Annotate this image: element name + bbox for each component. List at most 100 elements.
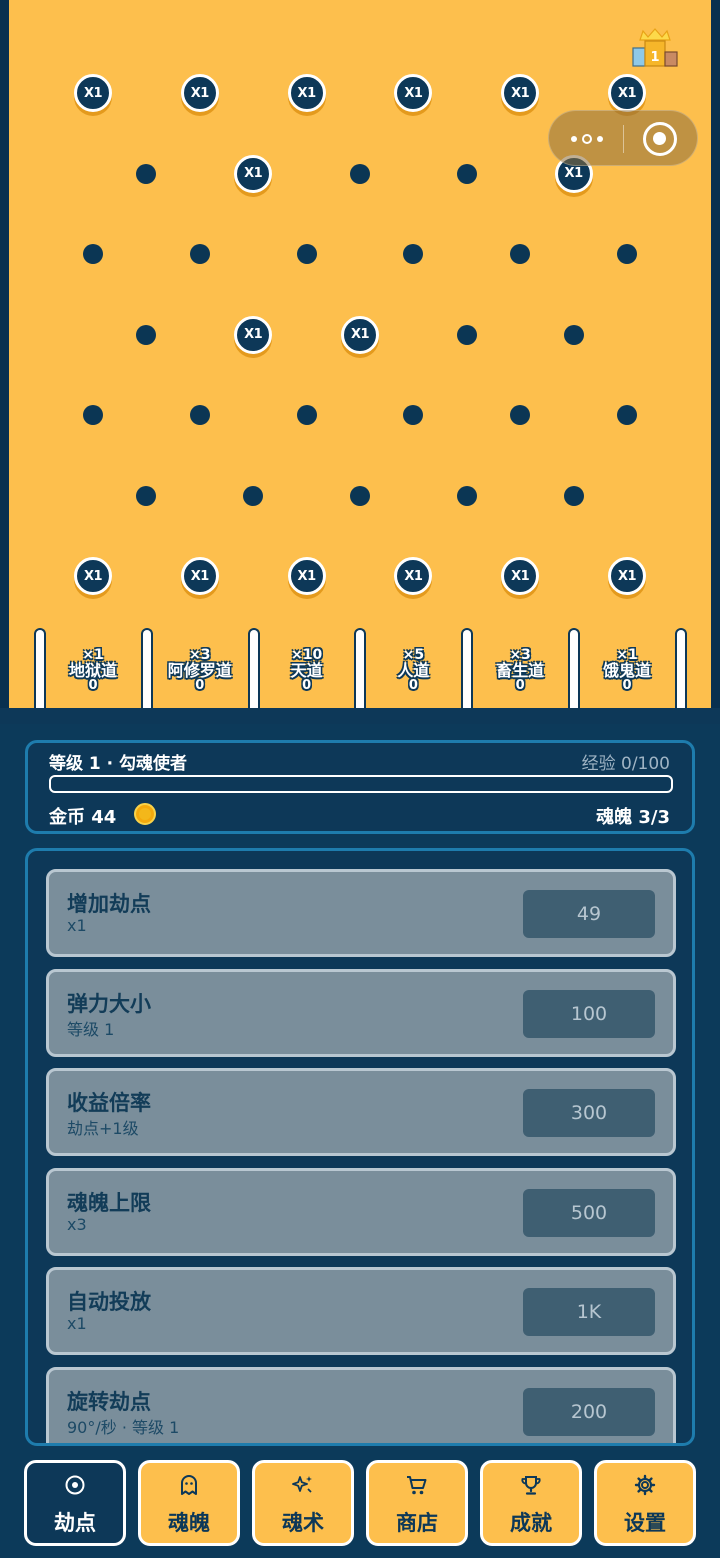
reward-bin: ×1 饿鬼道 0 [579,648,675,693]
upgrade-buy-button[interactable]: 300 [523,1089,655,1138]
gold-label: 金币 44 [49,807,117,828]
exp-progress-bar [49,775,673,793]
peg [617,405,637,425]
tab-5[interactable]: 设置 [594,1460,696,1546]
multiplier-peg: X1 [501,557,540,595]
bin-name: 人道 [397,660,430,680]
peg [296,244,317,264]
upgrade-card[interactable]: 增加劫点 x1 49 [46,869,676,957]
tab-label: 魂魄 [168,1511,210,1535]
tab-2[interactable]: 魂术 [252,1460,354,1546]
tab-label: 成就 [510,1511,552,1535]
upgrade-title: 增加劫点 [67,892,151,916]
ghost-icon [141,1473,237,1497]
upgrade-buy-button[interactable]: 100 [523,989,655,1038]
peg [136,485,157,506]
reward-bin: ×3 阿修罗道 0 [152,648,248,693]
reward-bin: ×5 人道 0 [365,648,461,693]
multiplier-peg: X1 [608,74,646,112]
trophy-icon [483,1473,579,1497]
upgrade-subtitle: 劫点+1级 [67,1119,139,1139]
peg [136,324,157,345]
bin-name: 阿修罗道 [167,660,232,680]
bin-count: 0 [515,678,525,694]
upgrade-card[interactable]: 旋转劫点 90°/秒 · 等级 1 200 [46,1367,676,1443]
plinko-board[interactable]: X1 X1 X1 X1 X1 X1 X1 X1 X1 X1 X1 X1 X1 X1 X1 X1 ×1 地狱道 0 ×… [0,0,720,724]
upgrade-buy-button[interactable]: 49 [523,890,655,938]
multiplier-peg: X1 [287,74,326,112]
peg [189,405,210,425]
upgrade-title: 旋转劫点 [67,1390,151,1414]
peg [456,485,477,506]
peg [350,485,370,506]
upgrade-subtitle: 90°/秒 · 等级 1 [67,1418,180,1437]
upgrade-subtitle: x3 [67,1214,87,1234]
more-icon[interactable] [567,125,607,153]
leaderboard-icon[interactable]: 1 [630,28,680,68]
reward-bin: ×1 地狱道 0 [45,648,141,693]
bin-count: 0 [408,678,418,694]
upgrade-title: 收益倍率 [67,1091,151,1116]
level-label: 等级 1 · 勾魂使者 [49,754,188,774]
multiplier-peg: X1 [287,557,326,595]
upgrade-title: 弹力大小 [67,991,151,1016]
tab-label: 魂术 [282,1511,324,1535]
bin-count: 0 [622,678,632,694]
peg [456,324,477,345]
player-stats-panel: 等级 1 · 勾魂使者 经验 0/100 金币 44 魂魄 3/3 [25,740,695,834]
bin-name: 畜生道 [496,660,545,680]
exp-label: 经验 0/100 [581,754,670,774]
upgrade-buy-button[interactable]: 500 [523,1188,655,1237]
target-icon [27,1473,123,1497]
peg [563,485,584,506]
tab-3[interactable]: 商店 [366,1460,468,1546]
upgrade-subtitle: x1 [67,916,87,935]
peg [296,405,317,425]
bin-name: 饿鬼道 [602,660,651,680]
peg [83,244,103,264]
upgrade-title: 魂魄上限 [67,1190,151,1215]
board-bottom-rail [0,708,720,724]
peg [136,163,157,184]
tab-label: 设置 [624,1511,666,1535]
tab-label: 劫点 [54,1511,96,1535]
upgrade-buy-button[interactable]: 1K [523,1288,655,1337]
upgrade-card[interactable]: 自动投放 x1 1K [46,1267,676,1356]
bottom-tab-bar: 劫点 魂魄 魂术 商店 成就 设置 [0,1452,720,1558]
upgrade-buy-button[interactable]: 200 [523,1388,655,1436]
gear-icon [597,1473,693,1497]
reward-bin: ×10 天道 0 [259,648,355,693]
multiplier-peg: X1 [180,74,219,112]
multiplier-peg: X1 [234,315,273,354]
tab-4[interactable]: 成就 [480,1460,582,1546]
sparkle-icon [255,1473,351,1497]
upgrade-card[interactable]: 弹力大小等级 1 100 [46,968,676,1057]
capsule-divider [623,125,624,153]
peg [456,163,477,184]
tab-label: 商店 [396,1511,438,1535]
upgrade-subtitle: 等级 1 [67,1019,115,1039]
miniprogram-capsule [548,110,698,166]
multiplier-peg: X1 [608,557,646,595]
peg [350,163,370,184]
bin-name: 天道 [290,660,323,680]
reward-bin: ×3 畜生道 0 [472,648,568,693]
peg [189,244,210,264]
peg [243,485,264,506]
tab-1[interactable]: 魂魄 [138,1460,240,1546]
multiplier-peg: X1 [74,74,112,112]
multiplier-peg: X1 [74,557,112,595]
upgrade-card[interactable]: 魂魄上限 x3 500 [46,1167,676,1256]
upgrade-card[interactable]: 收益倍率劫点+1级 300 [46,1068,676,1157]
tab-0[interactable]: 劫点 [24,1460,126,1546]
close-miniprogram-icon[interactable] [643,122,677,156]
peg [563,324,584,345]
bin-name: 地狱道 [68,660,117,680]
board-face[interactable] [9,0,711,718]
soul-count-label: 魂魄 3/3 [596,807,670,828]
bin-count: 0 [302,678,312,694]
bin-count: 0 [195,678,205,694]
upgrade-list[interactable]: 增加劫点 x1 49 弹力大小等级 1 100 收益倍率劫点+1级 300 魂魄上限 x3 500… [25,848,695,1446]
upgrade-title: 自动投放 [67,1290,151,1315]
multiplier-peg: X1 [180,557,219,595]
